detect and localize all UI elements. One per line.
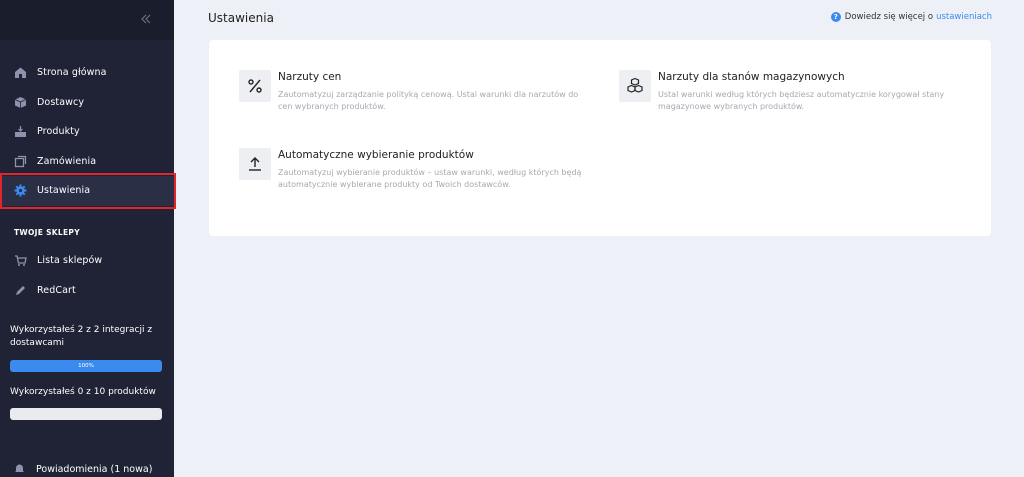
- settings-card: Narzuty cen Zautomatyzuj zarządzanie pol…: [209, 40, 991, 236]
- setting-auto-select-products[interactable]: Automatyczne wybieranie produktów Zautom…: [239, 148, 588, 191]
- sidebar: Strona główna Dostawcy Produkty Zamówien…: [0, 0, 176, 477]
- upload-icon: [239, 148, 271, 180]
- highlight-annotation: [0, 173, 176, 209]
- notifications-item[interactable]: Powiadomienia (1 nowa): [13, 460, 152, 477]
- cart-icon: [13, 254, 27, 268]
- setting-description: Zautomatyzuj zarządzanie polityką cenową…: [278, 90, 579, 111]
- setting-title: Narzuty cen: [278, 71, 342, 83]
- nav-item-products[interactable]: Produkty: [0, 117, 174, 147]
- nav-item-orders[interactable]: Zamówienia: [0, 147, 174, 177]
- percent-icon: [239, 70, 271, 102]
- nav-item-label: Strona główna: [37, 67, 107, 79]
- orders-icon: [13, 154, 27, 168]
- page-title: Ustawienia: [208, 11, 274, 25]
- products-usage-text: Wykorzystałeś 0 z 10 produktów: [10, 387, 156, 397]
- section-title-shops: TWOJE SKLEPY: [14, 228, 80, 237]
- integrations-progress-fill: 100%: [10, 360, 162, 372]
- integrations-usage-text: Wykorzystałeś 2 z 2 integracji z dostawc…: [10, 325, 153, 348]
- products-progress-bar: [10, 408, 162, 420]
- nav-item-redcart[interactable]: RedCart: [0, 276, 174, 306]
- question-icon: ?: [830, 12, 841, 22]
- setting-description: Ustal warunki według których będziesz au…: [658, 90, 945, 111]
- help-link[interactable]: ustawieniach: [936, 12, 992, 22]
- nav-item-label: RedCart: [37, 284, 76, 296]
- help-link-row: ? Dowiedz się więcej o ustawieniach: [830, 12, 992, 22]
- nav-item-label: Lista sklepów: [37, 255, 103, 267]
- setting-title: Narzuty dla stanów magazynowych: [658, 71, 845, 83]
- nav-item-shop-list[interactable]: Lista sklepów: [0, 246, 174, 276]
- products-icon: [13, 125, 27, 139]
- help-text: Dowiedz się więcej o: [844, 12, 934, 22]
- setting-stock-markup[interactable]: Narzuty dla stanów magazynowych Ustal wa…: [619, 70, 968, 113]
- home-icon: [13, 66, 27, 80]
- nav-item-label: Dostawcy: [37, 96, 85, 108]
- boxes-icon: [619, 70, 651, 102]
- nav-item-suppliers[interactable]: Dostawcy: [0, 88, 174, 118]
- integrations-progress-label: 100%: [78, 363, 94, 369]
- box-icon: [13, 95, 27, 109]
- nav-item-label: Produkty: [37, 126, 80, 138]
- integrations-progress-bar: 100%: [10, 360, 162, 372]
- sidebar-header: [0, 0, 174, 40]
- collapse-sidebar-button[interactable]: [136, 9, 156, 29]
- setting-description: Zautomatyzuj wybieranie produktów – usta…: [278, 168, 582, 189]
- bell-icon: [13, 460, 26, 477]
- setting-price-markup[interactable]: Narzuty cen Zautomatyzuj zarządzanie pol…: [239, 70, 588, 113]
- pencil-icon: [13, 283, 27, 297]
- notifications-label: Powiadomienia (1 nowa): [36, 464, 153, 475]
- nav-item-home[interactable]: Strona główna: [0, 58, 174, 88]
- nav-item-label: Zamówienia: [37, 155, 97, 167]
- double-chevron-left-icon: [141, 14, 151, 24]
- setting-title: Automatyczne wybieranie produktów: [278, 149, 474, 161]
- shops-nav: Lista sklepów RedCart: [0, 246, 174, 305]
